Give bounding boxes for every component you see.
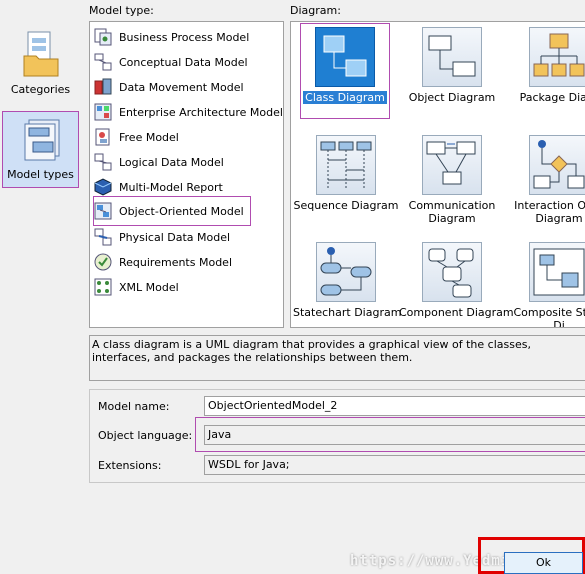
composite-structure-icon <box>529 242 585 302</box>
diagram-label-line2: Diagram <box>535 212 583 225</box>
model-item-xml-model[interactable]: XML Model <box>94 276 179 298</box>
diagram-statechart[interactable]: Statechart Diagram <box>293 242 402 319</box>
xml-model-icon <box>94 278 112 296</box>
diagram-label: Component Diagram <box>399 306 514 319</box>
diagram-label: Communication <box>408 199 496 212</box>
diagram-label: Object Diagram <box>408 91 496 104</box>
model-name-label: Model name: <box>98 400 170 413</box>
diagram-label: Class Diagram <box>303 91 387 104</box>
model-item-label: XML Model <box>119 280 179 294</box>
model-item-label: Data Movement Model <box>119 80 244 94</box>
business-process-icon <box>94 28 112 46</box>
diagram-object[interactable]: Object Diagram <box>399 27 505 104</box>
interaction-overview-icon <box>529 135 585 195</box>
model-item-enterprise-architecture[interactable]: Enterprise Architecture Model <box>94 101 283 123</box>
enterprise-architecture-icon <box>94 103 112 121</box>
model-properties-panel: Model name: ObjectOrientedModel_2 Object… <box>89 389 585 483</box>
sequence-diagram-icon <box>316 135 376 195</box>
model-item-label: Logical Data Model <box>119 155 224 169</box>
diagram-package[interactable]: Package Diagr <box>506 27 585 104</box>
diagram-description: A class diagram is a UML diagram that pr… <box>89 335 585 381</box>
diagram-label: Package Diagr <box>519 91 585 104</box>
model-types-icon <box>24 119 59 161</box>
package-diagram-icon <box>529 27 585 87</box>
object-language-label: Object language: <box>98 429 193 442</box>
model-item-multi-model-report[interactable]: Multi-Model Report <box>94 176 223 198</box>
model-item-label: Requirements Model <box>119 255 232 269</box>
diagram-label-line2: Diagram <box>428 212 476 225</box>
model-type-header: Model type: <box>89 4 154 17</box>
model-item-requirements[interactable]: Requirements Model <box>94 251 232 273</box>
model-item-label: Physical Data Model <box>119 230 231 244</box>
multi-model-report-icon <box>94 178 112 196</box>
diagram-label: Composite Struc <box>513 306 585 319</box>
diagram-communication[interactable]: Communication Diagram <box>399 135 505 225</box>
diagram-label-line2: Di <box>553 319 565 328</box>
diagram-class[interactable]: Class Diagram <box>300 23 390 119</box>
diagram-interaction-overview[interactable]: Interaction OverDiagram <box>506 135 585 225</box>
model-item-label: Business Process Model <box>119 30 250 44</box>
model-item-data-movement[interactable]: Data Movement Model <box>94 76 244 98</box>
model-types-label: Model types <box>7 168 74 181</box>
model-item-object-oriented[interactable]: Object-Oriented Model <box>93 196 251 226</box>
ok-button[interactable]: Ok <box>504 552 583 574</box>
data-movement-icon <box>94 78 112 95</box>
requirements-icon <box>94 253 112 271</box>
free-model-icon <box>95 128 110 146</box>
diagram-composite-structure[interactable]: Composite StrucDi <box>506 242 585 328</box>
nav-model-types[interactable]: Model types <box>2 111 79 188</box>
model-item-label: Free Model <box>119 130 179 144</box>
component-diagram-icon <box>422 242 482 302</box>
nav-categories[interactable]: Categories <box>2 30 79 96</box>
extensions-label: Extensions: <box>98 459 162 472</box>
model-type-list[interactable]: Business Process Model Conceptual Data M… <box>89 21 284 328</box>
model-item-label: Object-Oriented Model <box>119 204 244 218</box>
diagram-label: Statechart Diagram <box>293 306 402 319</box>
model-item-label: Multi-Model Report <box>119 180 223 194</box>
statechart-diagram-icon <box>316 242 376 302</box>
physical-data-icon <box>94 228 112 246</box>
model-item-business-process[interactable]: Business Process Model <box>94 26 249 48</box>
conceptual-data-icon <box>94 53 112 71</box>
model-name-input[interactable]: ObjectOrientedModel_2 <box>204 396 585 416</box>
categories-icon <box>23 31 58 77</box>
object-oriented-icon <box>94 202 112 220</box>
object-language-select[interactable]: Java <box>204 425 585 445</box>
logical-data-icon <box>94 153 112 171</box>
model-item-logical-data[interactable]: Logical Data Model <box>94 151 224 173</box>
class-diagram-icon <box>315 27 375 87</box>
model-item-free-model[interactable]: Free Model <box>94 126 179 148</box>
communication-diagram-icon <box>422 135 482 195</box>
extensions-field[interactable]: WSDL for Java; <box>204 455 585 475</box>
diagram-label: Interaction Over <box>514 199 585 212</box>
model-item-conceptual-data[interactable]: Conceptual Data Model <box>94 51 248 73</box>
model-item-label: Enterprise Architecture Model <box>119 105 283 119</box>
diagram-grid[interactable]: Class Diagram Object Diagram Package Dia… <box>290 21 585 328</box>
categories-label: Categories <box>10 83 71 96</box>
diagram-header: Diagram: <box>290 4 341 17</box>
model-item-label: Conceptual Data Model <box>119 55 248 69</box>
object-diagram-icon <box>422 27 482 87</box>
diagram-sequence[interactable]: Sequence Diagram <box>293 135 399 212</box>
model-item-physical-data[interactable]: Physical Data Model <box>94 226 230 248</box>
diagram-label: Sequence Diagram <box>293 199 399 212</box>
diagram-component[interactable]: Component Diagram <box>399 242 514 319</box>
